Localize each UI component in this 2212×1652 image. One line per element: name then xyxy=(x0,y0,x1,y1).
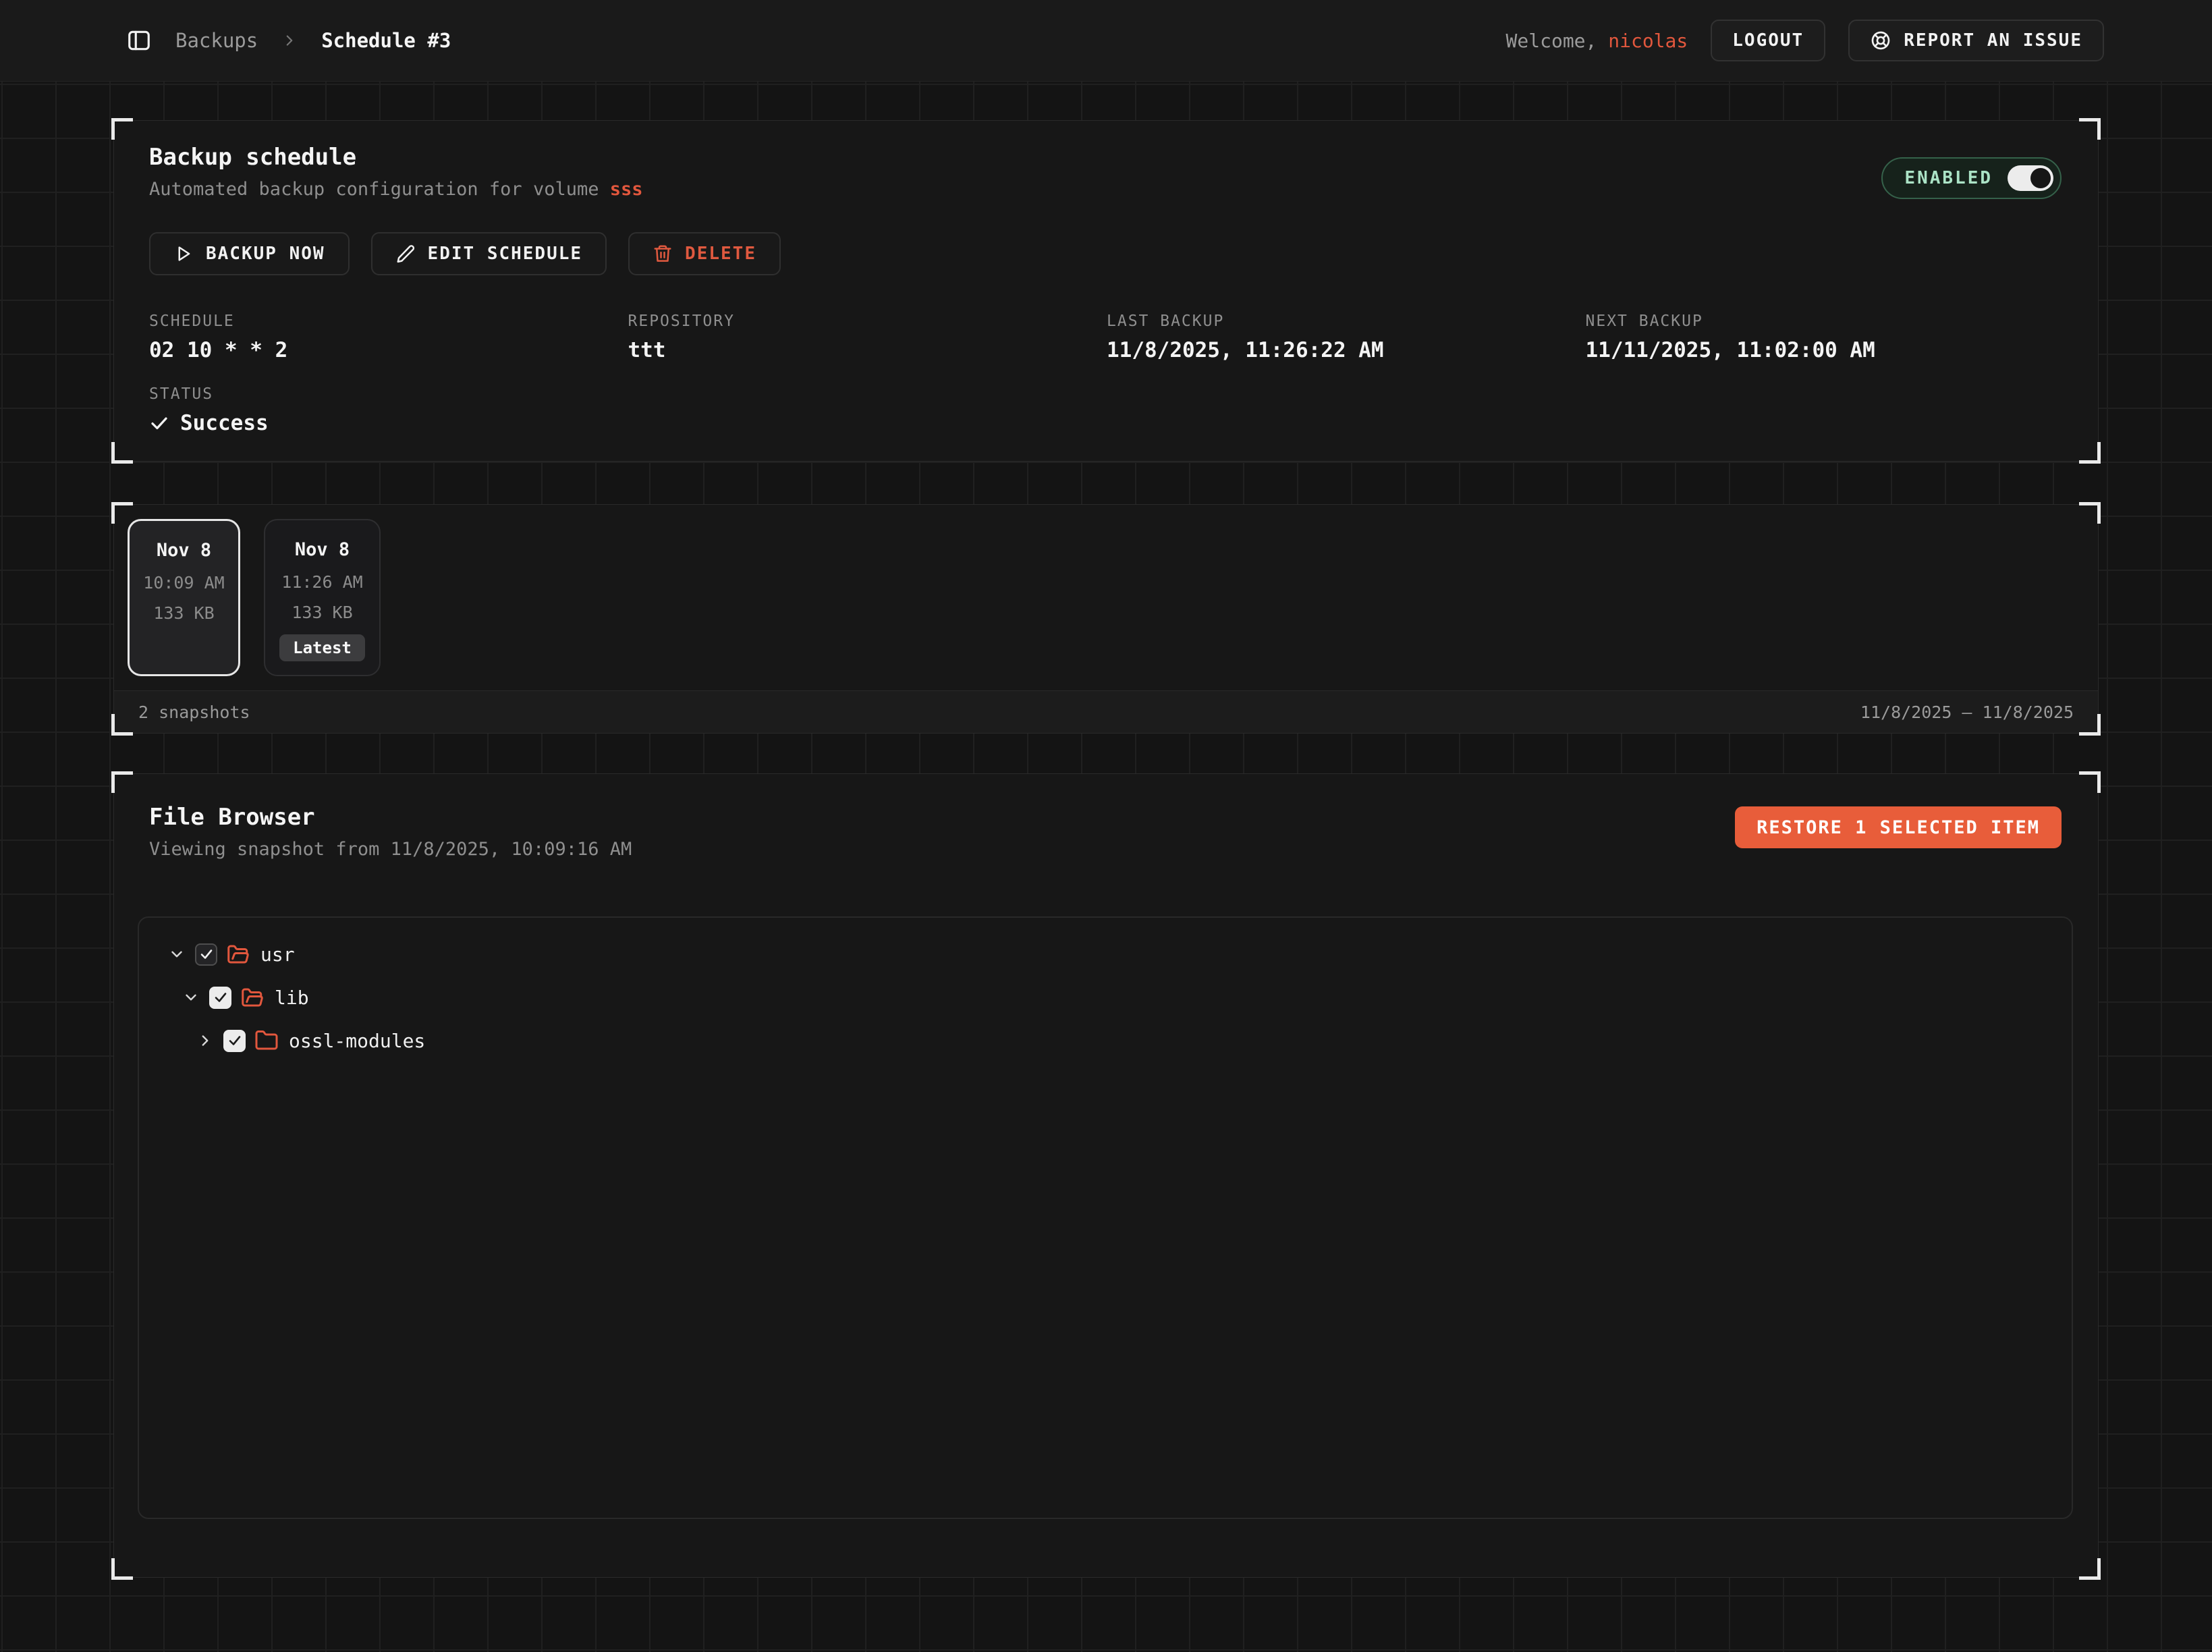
corner-bracket xyxy=(111,771,133,793)
restore-selected-button[interactable]: RESTORE 1 SELECTED ITEM xyxy=(1735,806,2062,848)
corner-bracket xyxy=(2079,1558,2101,1580)
snapshot-count: 2 snapshots xyxy=(138,703,250,722)
corner-bracket xyxy=(111,118,133,140)
checkbox-ossl-modules[interactable] xyxy=(223,1030,246,1052)
username: nicolas xyxy=(1608,30,1688,52)
field-status: STATUS Success xyxy=(149,385,269,435)
corner-bracket xyxy=(111,1558,133,1580)
top-bar: Backups Schedule #3 Welcome, nicolas LOG… xyxy=(0,0,2212,82)
corner-bracket xyxy=(2079,502,2101,524)
card-title: Backup schedule xyxy=(149,144,356,171)
backup-schedule-card: Backup schedule Automated backup configu… xyxy=(113,120,2099,462)
checkbox-lib[interactable] xyxy=(209,987,231,1009)
backup-now-button[interactable]: BACKUP NOW xyxy=(149,232,350,275)
snapshot-list: Nov 8 10:09 AM 133 KB Nov 8 11:26 AM 133… xyxy=(128,519,381,676)
card-subtitle: Automated backup configuration for volum… xyxy=(149,179,643,200)
breadcrumb: Backups Schedule #3 xyxy=(0,27,451,54)
folder-open-icon xyxy=(240,985,265,1010)
schedule-actions: BACKUP NOW EDIT SCHEDULE DELETE xyxy=(149,232,781,275)
welcome-text: Welcome, nicolas xyxy=(1506,30,1688,52)
tree-label[interactable]: usr xyxy=(260,943,295,966)
pencil-icon xyxy=(395,244,416,264)
chevron-right-icon[interactable] xyxy=(196,1032,214,1049)
chevron-down-icon[interactable] xyxy=(168,945,186,963)
toggle-knob xyxy=(2030,168,2051,188)
tree-row-usr[interactable]: usr xyxy=(139,933,2072,976)
play-icon xyxy=(173,244,194,264)
breadcrumb-page: Schedule #3 xyxy=(321,29,451,52)
chevron-right-icon xyxy=(281,32,298,49)
report-issue-button[interactable]: REPORT AN ISSUE xyxy=(1848,20,2104,61)
toggle-switch[interactable] xyxy=(2008,165,2053,191)
corner-bracket xyxy=(2079,442,2101,464)
snapshot-date-range: 11/8/2025 – 11/8/2025 xyxy=(1860,703,2074,722)
edit-schedule-button[interactable]: EDIT SCHEDULE xyxy=(371,232,607,275)
snapshot-card[interactable]: Nov 8 11:26 AM 133 KB Latest xyxy=(264,519,381,676)
check-icon xyxy=(149,413,169,433)
tree-label[interactable]: ossl-modules xyxy=(289,1030,425,1052)
snapshots-footer: 2 snapshots 11/8/2025 – 11/8/2025 xyxy=(114,690,2098,733)
corner-bracket xyxy=(2079,771,2101,793)
sidebar-toggle-icon[interactable] xyxy=(126,27,153,54)
file-browser-card: File Browser Viewing snapshot from 11/8/… xyxy=(113,773,2099,1578)
field-repository: REPOSITORY ttt xyxy=(628,312,1107,362)
enabled-label: ENABLED xyxy=(1904,168,1993,188)
tree-row-lib[interactable]: lib xyxy=(139,976,2072,1019)
schedule-fields: SCHEDULE 02 10 * * 2 REPOSITORY ttt LAST… xyxy=(149,312,2064,362)
corner-bracket xyxy=(2079,714,2101,736)
logout-button[interactable]: LOGOUT xyxy=(1711,20,1825,61)
field-last-backup: LAST BACKUP 11/8/2025, 11:26:22 AM xyxy=(1107,312,1586,362)
tree-label[interactable]: lib xyxy=(275,987,309,1009)
field-next-backup: NEXT BACKUP 11/11/2025, 11:02:00 AM xyxy=(1586,312,2065,362)
enabled-toggle[interactable]: ENABLED xyxy=(1881,157,2062,199)
tree-row-ossl-modules[interactable]: ossl-modules xyxy=(139,1019,2072,1062)
chevron-down-icon[interactable] xyxy=(182,989,200,1006)
file-browser-subtitle: Viewing snapshot from 11/8/2025, 10:09:1… xyxy=(149,839,632,860)
corner-bracket xyxy=(111,502,133,524)
header-actions: Welcome, nicolas LOGOUT REPORT AN ISSUE xyxy=(1506,20,2212,61)
snapshots-timeline: Nov 8 10:09 AM 133 KB Nov 8 11:26 AM 133… xyxy=(113,504,2099,734)
corner-bracket xyxy=(2079,118,2101,140)
corner-bracket xyxy=(111,442,133,464)
snapshot-card-selected[interactable]: Nov 8 10:09 AM 133 KB xyxy=(128,519,240,676)
file-tree: usr lib xyxy=(138,916,2073,1519)
corner-bracket xyxy=(111,714,133,736)
field-schedule: SCHEDULE 02 10 * * 2 xyxy=(149,312,628,362)
latest-badge: Latest xyxy=(279,634,365,661)
folder-icon xyxy=(254,1028,279,1053)
checkbox-usr[interactable] xyxy=(195,943,217,966)
folder-open-icon xyxy=(226,942,250,966)
file-browser-title: File Browser xyxy=(149,804,315,831)
delete-button[interactable]: DELETE xyxy=(628,232,781,275)
app-root: Backups Schedule #3 Welcome, nicolas LOG… xyxy=(0,0,2212,1652)
life-buoy-icon xyxy=(1870,30,1891,51)
volume-name: sss xyxy=(610,179,643,200)
status-value: Success xyxy=(149,411,269,435)
breadcrumb-section[interactable]: Backups xyxy=(175,29,258,52)
trash-icon xyxy=(653,244,673,264)
